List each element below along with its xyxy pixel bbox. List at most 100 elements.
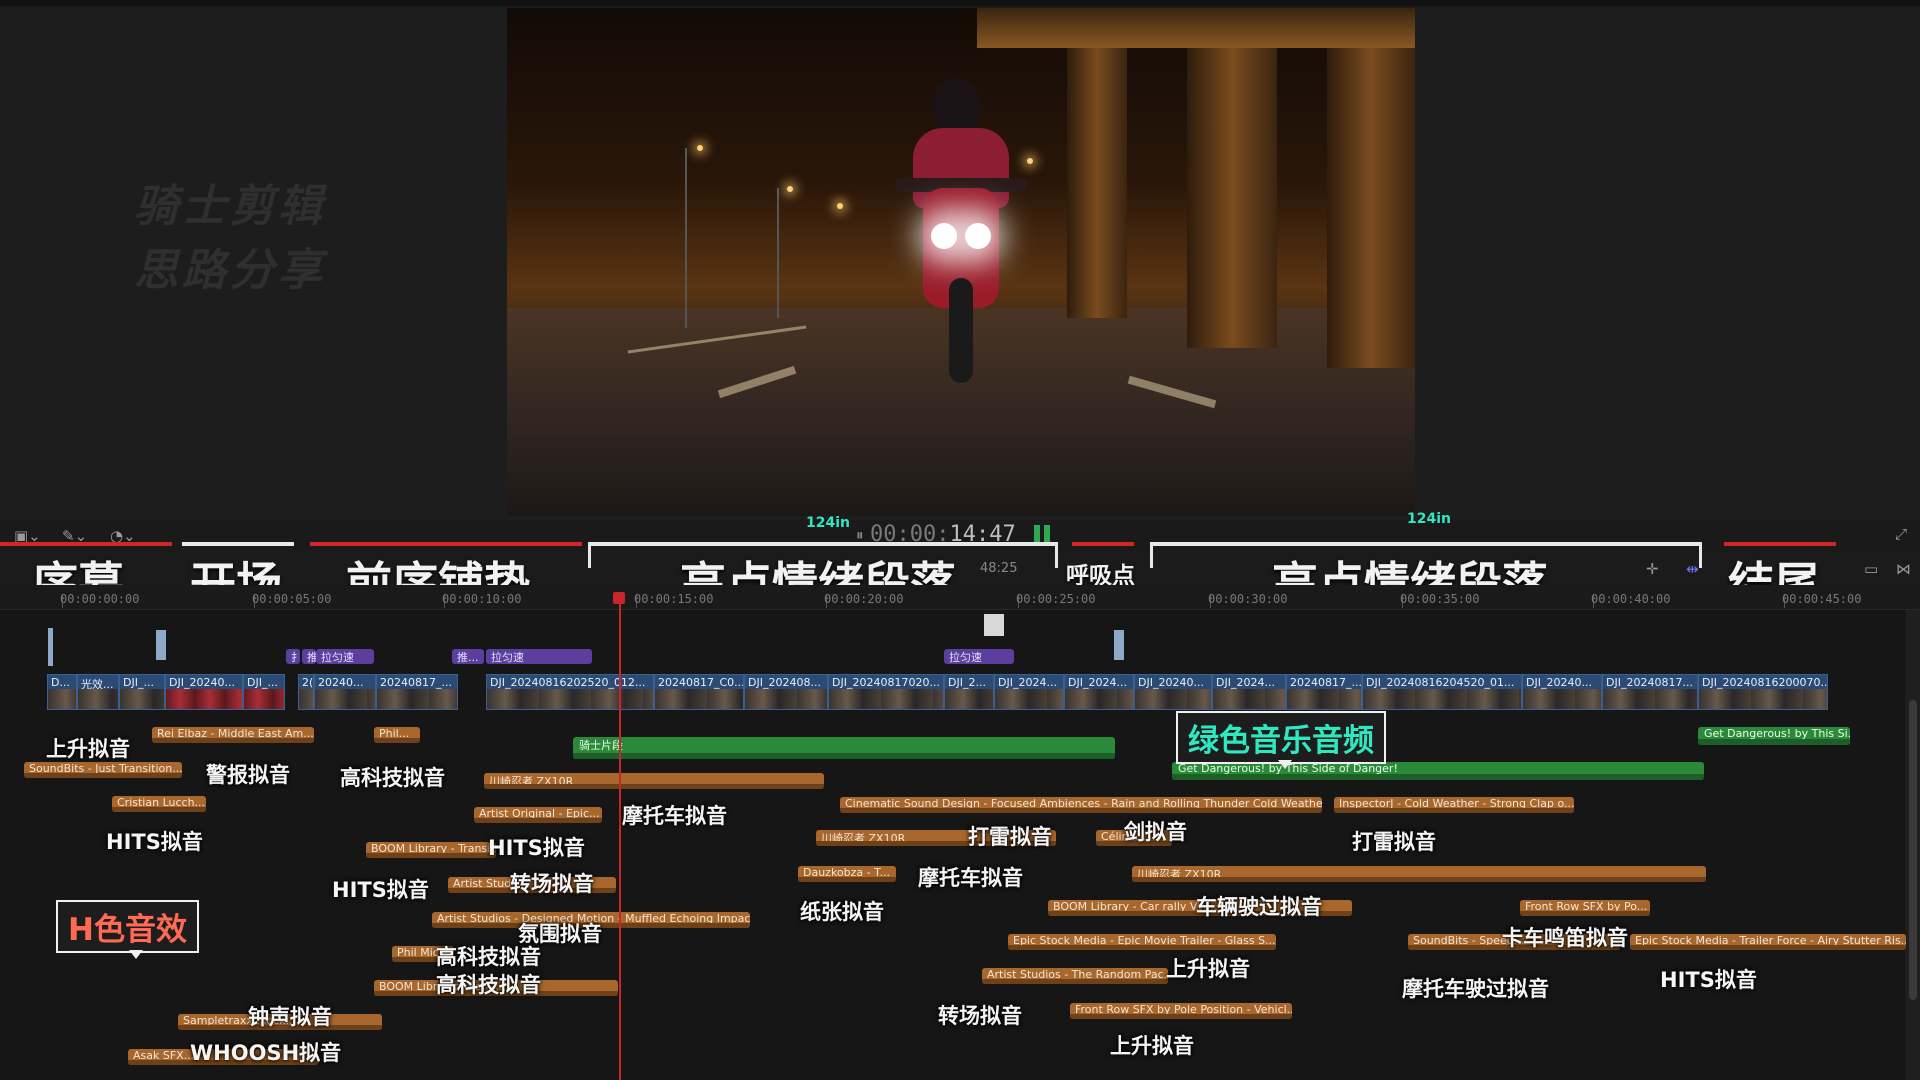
fullscreen-icon[interactable]: ⤢ bbox=[1895, 525, 1907, 543]
video-clip[interactable]: DJI_20240816200070... bbox=[1698, 674, 1828, 710]
title-marker[interactable] bbox=[984, 614, 1004, 636]
street-pole bbox=[685, 148, 687, 328]
clip-name: 2( bbox=[302, 676, 314, 689]
clip-thumbnails bbox=[1699, 689, 1827, 709]
section-bar-huxi bbox=[1072, 542, 1134, 546]
video-clip[interactable]: DJI_... bbox=[243, 674, 285, 710]
video-clip[interactable]: 20240817_... bbox=[376, 674, 458, 710]
music-clip-qishi[interactable]: 骑士片段 bbox=[573, 737, 1115, 759]
audio-clip[interactable]: Cinematic Sound Design - Focused Ambienc… bbox=[840, 797, 1322, 813]
video-clip[interactable]: DJI_20240817020... bbox=[828, 674, 944, 710]
bracket-right bbox=[1699, 542, 1702, 568]
audio-clip[interactable]: Rei Elbaz - Middle East Am... bbox=[152, 727, 314, 743]
video-clip[interactable]: 光效... bbox=[77, 674, 119, 710]
video-clip[interactable]: DJI_2024... bbox=[1212, 674, 1286, 710]
title-clip[interactable]: 推 bbox=[302, 649, 316, 664]
video-clip[interactable]: DJI_2... bbox=[944, 674, 994, 710]
audio-clip[interactable]: BOOM Library - Transit... bbox=[366, 842, 496, 858]
snapping-icon[interactable]: ⇹ bbox=[1686, 560, 1699, 578]
video-clip[interactable]: DJI_202408... bbox=[744, 674, 828, 710]
clip-name: DJI_2024... bbox=[998, 676, 1057, 689]
helmet bbox=[933, 78, 981, 134]
bridge-pillar bbox=[1067, 8, 1127, 318]
video-clip[interactable]: DJI_20240817... bbox=[1602, 674, 1698, 710]
ruler-label: 00:00:10:00 bbox=[442, 592, 522, 606]
street-lamp bbox=[837, 203, 843, 209]
clip-thumbnails bbox=[829, 689, 943, 709]
sfx-note: 高科技拟音 bbox=[340, 766, 445, 790]
clip-view-icon[interactable]: ▭ bbox=[1864, 560, 1878, 578]
audio-clip[interactable]: Artist Studios - The Random Pac... bbox=[982, 968, 1168, 984]
video-clip[interactable]: DJI_... bbox=[119, 674, 165, 710]
clip-thumbnails bbox=[299, 689, 313, 709]
speed-indicator-right: 124in bbox=[1407, 511, 1451, 527]
bracket-right bbox=[1055, 542, 1058, 568]
clip-duration: 48:25 bbox=[980, 561, 1018, 576]
audio-clip[interactable]: Epic Stock Media - Trailer Force - Airy … bbox=[1630, 934, 1906, 950]
music-clip-get-dangerous[interactable]: Get Dangerous! by This Side of Danger! bbox=[1172, 762, 1704, 780]
video-clip[interactable]: DJI_2024... bbox=[994, 674, 1064, 710]
video-clip[interactable]: DJI_20240816202520_012... bbox=[486, 674, 654, 710]
clip-thumbnails bbox=[1287, 689, 1361, 709]
video-clip[interactable]: DJI_20240816204520_01... bbox=[1362, 674, 1522, 710]
ruler-label: 00:00:05:00 bbox=[252, 592, 332, 606]
section-bar-kaichang bbox=[182, 542, 294, 546]
audio-clip[interactable]: Front Row SFX by Pole Position - Vehicl.… bbox=[1070, 1003, 1292, 1019]
close-panel-icon[interactable]: ⋈ bbox=[1896, 560, 1911, 578]
audio-clip[interactable]: Dauzkobza - T... bbox=[798, 866, 896, 882]
audio-clip[interactable]: InspectorJ - Cold Weather - Strong Clap … bbox=[1334, 797, 1574, 813]
clip-thumbnails bbox=[1135, 689, 1211, 709]
clip-name: DJI_20240816200070... bbox=[1702, 676, 1828, 689]
audio-clip[interactable]: Artist Original - Epic... bbox=[474, 807, 602, 823]
section-bar-qianxu bbox=[310, 542, 582, 546]
sfx-note: 警报拟音 bbox=[206, 763, 290, 787]
playhead[interactable] bbox=[619, 592, 621, 1080]
audio-clip[interactable]: Epic Stock Media - Epic Movie Trailer - … bbox=[1008, 934, 1276, 950]
zoom-icon[interactable]: ✛ bbox=[1646, 560, 1659, 578]
video-clip[interactable]: 2( bbox=[298, 674, 314, 710]
sfx-note: HITS拟音 bbox=[1660, 968, 1757, 992]
audio-clip[interactable]: Phil... bbox=[374, 727, 420, 743]
clip-thumbnails bbox=[1603, 689, 1697, 709]
ruler-label: 00:00:20:00 bbox=[824, 592, 904, 606]
sfx-legend-label: H色音效 bbox=[56, 900, 199, 953]
sfx-note: 高科技拟音 bbox=[436, 973, 541, 997]
clip-name: DJI_2024... bbox=[1068, 676, 1127, 689]
clip-thumbnails bbox=[315, 689, 375, 709]
sfx-note: 纸张拟音 bbox=[800, 900, 884, 924]
title-marker[interactable] bbox=[1114, 630, 1124, 660]
bridge-pillar bbox=[1327, 8, 1415, 368]
audio-clip[interactable]: 川崎忍者 ZX10R bbox=[484, 773, 824, 789]
clip-name: DJI_20240816202520_012... bbox=[490, 676, 646, 689]
video-clip[interactable]: DJI_20240... bbox=[1522, 674, 1602, 710]
video-clip[interactable]: 20240817_... bbox=[1286, 674, 1362, 710]
video-clip[interactable]: D... bbox=[47, 674, 77, 710]
audio-clip[interactable]: Front Row SFX by Po... bbox=[1520, 900, 1650, 916]
sfx-note: 剑拟音 bbox=[1124, 820, 1187, 844]
title-clip[interactable]: 推... bbox=[452, 649, 484, 664]
sfx-note: 高科技拟音 bbox=[436, 945, 541, 969]
audio-clip[interactable]: Cristian Lucch... bbox=[112, 796, 206, 812]
section-bar-xumu bbox=[0, 542, 172, 546]
clip-name: DJI_20240... bbox=[1138, 676, 1204, 689]
title-marker[interactable] bbox=[48, 628, 53, 666]
sfx-note: HITS拟音 bbox=[332, 878, 429, 902]
music-clip-get-dangerous-end[interactable]: Get Dangerous! by This Si... bbox=[1698, 727, 1850, 745]
title-clip[interactable]: 扌 bbox=[286, 649, 300, 664]
title-clip[interactable]: 拉匀速 bbox=[944, 649, 1014, 664]
clip-name: 20240817_C0... bbox=[658, 676, 744, 689]
audio-clip[interactable]: 川崎忍者 ZX10R bbox=[1132, 866, 1706, 882]
video-clip[interactable]: DJI_20240... bbox=[165, 674, 243, 710]
title-clip[interactable]: 拉匀速 bbox=[316, 649, 374, 664]
title-clip[interactable]: 拉匀速 bbox=[486, 649, 592, 664]
video-clip[interactable]: DJI_2024... bbox=[1064, 674, 1134, 710]
audio-clip[interactable]: SoundBits - Just Transition... bbox=[24, 762, 182, 778]
video-preview[interactable] bbox=[507, 8, 1415, 516]
video-clip[interactable]: 20240817_C0... bbox=[654, 674, 744, 710]
section-bar-gaodian-2 bbox=[1150, 542, 1702, 546]
title-marker[interactable] bbox=[156, 630, 166, 660]
video-clip[interactable]: DJI_20240... bbox=[1134, 674, 1212, 710]
sfx-note: 上升拟音 bbox=[46, 737, 130, 761]
video-clip[interactable]: 20240... bbox=[314, 674, 376, 710]
scrollbar-thumb[interactable] bbox=[1909, 700, 1917, 1000]
